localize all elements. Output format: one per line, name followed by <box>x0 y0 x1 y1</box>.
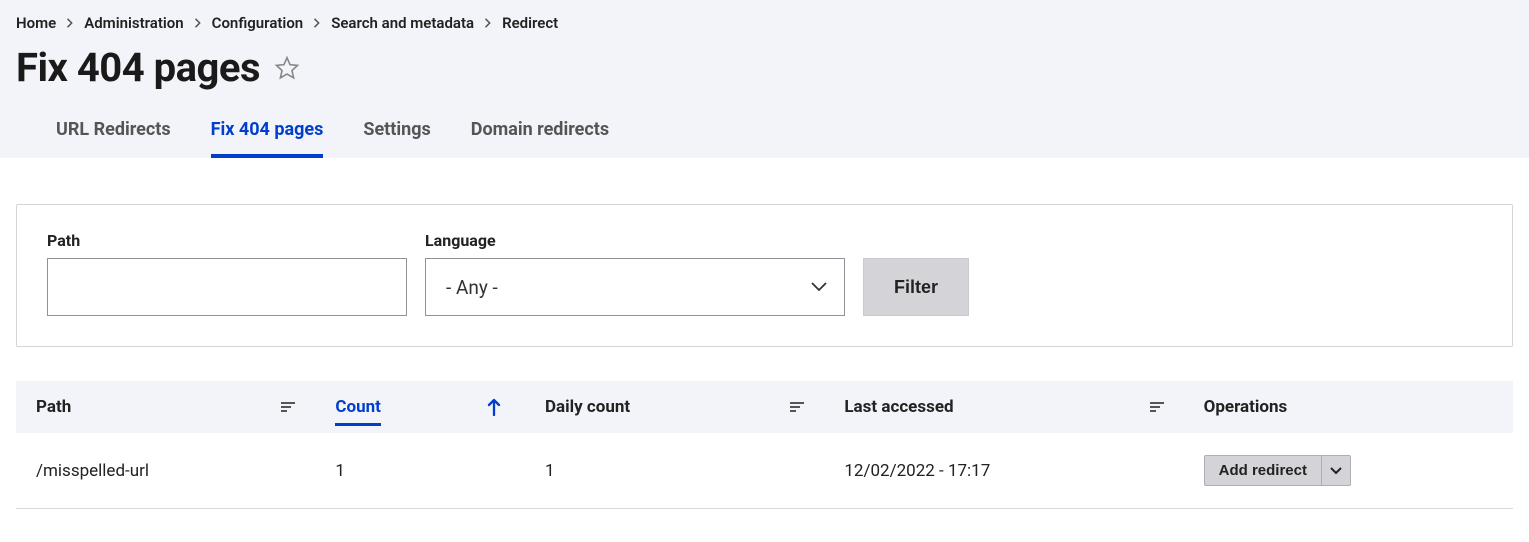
chevron-right-icon <box>62 18 78 28</box>
cell-last-accessed: 12/02/2022 - 17:17 <box>824 433 1183 509</box>
chevron-right-icon <box>309 18 325 28</box>
filter-button[interactable]: Filter <box>863 258 969 316</box>
operations-dropdown[interactable] <box>1322 455 1351 486</box>
tab-fix-404-pages[interactable]: Fix 404 pages <box>211 119 324 158</box>
language-label: Language <box>425 231 845 250</box>
tab-url-redirects[interactable]: URL Redirects <box>56 119 171 158</box>
breadcrumb-item-redirect[interactable]: Redirect <box>502 14 558 32</box>
path-input[interactable] <box>47 258 407 316</box>
breadcrumb-item-home[interactable]: Home <box>16 14 56 32</box>
tab-domain-redirects[interactable]: Domain redirects <box>471 119 609 158</box>
chevron-right-icon <box>480 18 496 28</box>
cell-path: /misspelled-url <box>16 433 315 509</box>
column-header-daily-count[interactable]: Daily count <box>525 381 824 433</box>
table-header-row: Path Count Daily count <box>16 381 1513 433</box>
arrow-up-icon <box>487 398 501 416</box>
sort-icon <box>1150 401 1164 413</box>
cell-operations: Add redirect <box>1184 433 1513 509</box>
path-label: Path <box>47 231 407 250</box>
breadcrumb: Home Administration Configuration Search… <box>16 14 1513 32</box>
column-header-last-accessed[interactable]: Last accessed <box>824 381 1183 433</box>
chevron-right-icon <box>190 18 206 28</box>
chevron-down-icon <box>1330 462 1342 479</box>
sort-icon <box>281 401 295 413</box>
column-header-operations: Operations <box>1184 381 1513 433</box>
breadcrumb-item-configuration[interactable]: Configuration <box>212 14 304 32</box>
tabs-container: URL Redirects Fix 404 pages Settings Dom… <box>16 119 1513 158</box>
breadcrumb-item-search-metadata[interactable]: Search and metadata <box>331 14 474 32</box>
column-header-count[interactable]: Count <box>315 381 525 433</box>
filter-panel: Path Language - Any - Filter <box>16 204 1513 347</box>
cell-daily-count: 1 <box>525 433 824 509</box>
language-select[interactable]: - Any - <box>425 258 845 316</box>
page-title: Fix 404 pages <box>16 44 260 91</box>
sort-icon <box>790 401 804 413</box>
results-table: Path Count Daily count <box>16 381 1513 509</box>
split-button: Add redirect <box>1204 455 1351 486</box>
star-icon[interactable] <box>274 55 300 81</box>
table-row: /misspelled-url 1 1 12/02/2022 - 17:17 A… <box>16 433 1513 509</box>
breadcrumb-item-administration[interactable]: Administration <box>84 14 183 32</box>
language-select-value: - Any - <box>425 258 845 316</box>
add-redirect-button[interactable]: Add redirect <box>1204 455 1322 486</box>
tab-settings[interactable]: Settings <box>363 119 430 158</box>
cell-count: 1 <box>315 433 525 509</box>
column-header-path[interactable]: Path <box>16 381 315 433</box>
